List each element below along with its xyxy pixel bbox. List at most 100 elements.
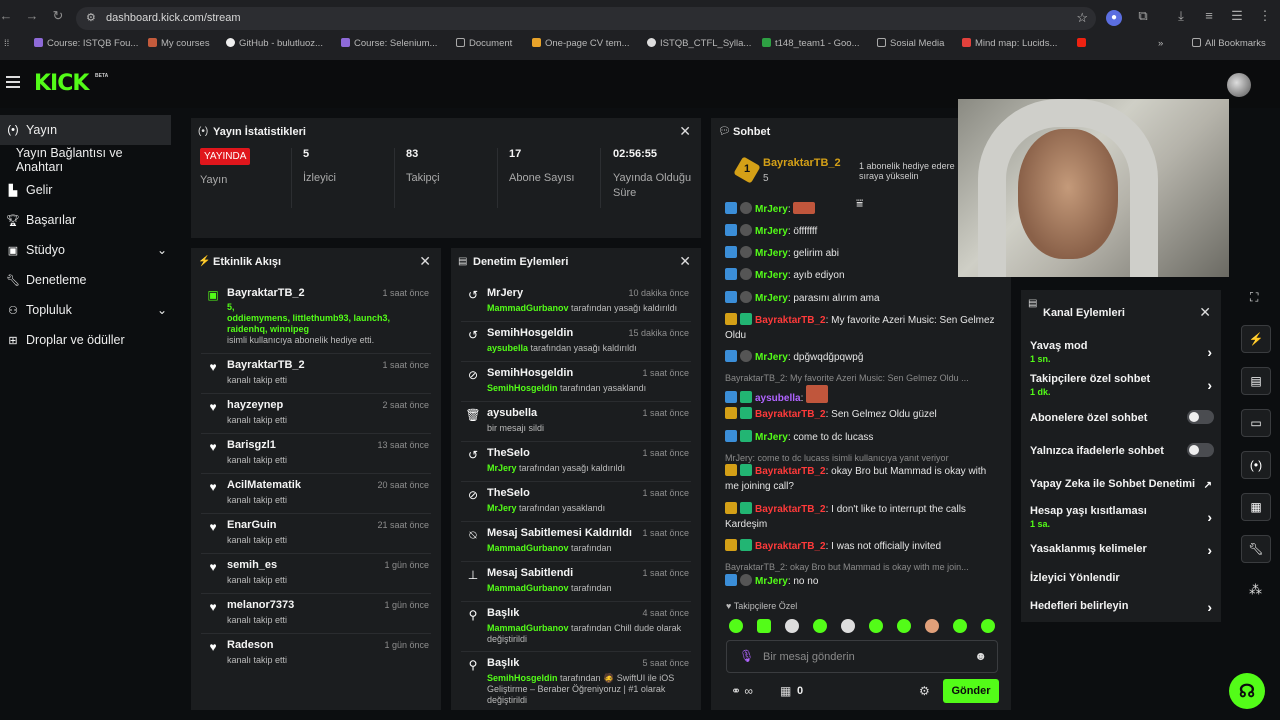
list-item: ♥ AcilMatematik 20 saat önce kanalı takip e… xyxy=(201,474,431,514)
bookmark[interactable]: t148_team1 - Goo... xyxy=(762,38,860,49)
emote-icon[interactable] xyxy=(981,619,995,633)
all-bookmarks[interactable]: All Bookmarks xyxy=(1192,38,1266,49)
bookmark[interactable]: Course: ISTQB Fou... xyxy=(34,38,138,49)
set-goals[interactable]: Hedefleri belirleyin › xyxy=(1030,599,1215,615)
stream-stats-panel: (•) Yayın İstatistikleri ✕ YAYINDA Yayın … xyxy=(191,118,701,238)
forward-icon[interactable]: → xyxy=(24,8,40,23)
apps-icon[interactable]: ⁂ xyxy=(1249,582,1262,598)
avatar[interactable] xyxy=(1227,73,1251,97)
loop-icon[interactable]: ⚭ ∞ xyxy=(731,684,753,698)
sidebar-item-stream-key[interactable]: Yayın Bağlantısı ve Anahtarı xyxy=(0,145,171,175)
sidebar-item-revenue[interactable]: ▙ Gelir xyxy=(0,175,171,205)
emote-icon[interactable] xyxy=(841,619,855,633)
emote-only-chat[interactable]: Yalnızca ifadelerle sohbet xyxy=(1030,443,1215,457)
close-icon[interactable]: ✕ xyxy=(679,253,691,270)
list-item: ♥ Radeson 1 gün önce kanalı takip etti xyxy=(201,634,431,674)
close-icon[interactable]: ✕ xyxy=(419,253,431,270)
chevron-right-icon: › xyxy=(1207,344,1212,360)
close-icon[interactable]: ✕ xyxy=(679,123,691,140)
youtube-icon[interactable] xyxy=(1077,38,1090,49)
more-bookmarks-icon[interactable]: » xyxy=(1158,38,1163,49)
bookmark[interactable]: Course: Selenium... xyxy=(341,38,437,49)
settings-icon[interactable]: ⚙ xyxy=(919,684,930,698)
sidebar-item-studio[interactable]: ▣ Stüdyo ⌄ xyxy=(0,235,171,265)
reload-icon[interactable]: ↻ xyxy=(50,8,66,24)
extensions-icon[interactable]: ⧉ xyxy=(1134,8,1152,24)
panel-title: Denetim Eylemleri xyxy=(473,256,569,268)
list-item: ♥ semih_es 1 gün önce kanalı takip etti xyxy=(201,554,431,594)
ai-moderation[interactable]: Yapay Zeka ile Sohbet Denetimi ↗ xyxy=(1030,478,1215,491)
emote-icon[interactable] xyxy=(869,619,883,633)
gift-icon: ⊞ xyxy=(8,334,18,347)
site-info-icon[interactable]: ⚙ xyxy=(86,11,96,24)
broadcast-icon[interactable]: (•) xyxy=(1241,451,1271,479)
emote-icon[interactable] xyxy=(757,619,771,633)
emoji-icon[interactable]: ☻ xyxy=(974,649,987,663)
toggle[interactable] xyxy=(1187,443,1214,457)
pin-icon: ⊥ xyxy=(467,568,479,582)
layout-icon[interactable]: ⛶ xyxy=(1250,290,1258,305)
bookmark[interactable]: Mind map: Lucids... xyxy=(962,38,1057,49)
subscribers-only-chat[interactable]: Abonelere özel sohbet xyxy=(1030,410,1215,424)
list-item: ⊥ Mesaj Sabitlendi 1 saat önce MammadGurban… xyxy=(461,562,691,602)
apps-icon[interactable]: ⁞⁞ xyxy=(4,38,9,49)
emote-icon[interactable] xyxy=(729,619,743,633)
banned-words[interactable]: Yasaklanmış kelimeler › xyxy=(1030,542,1215,558)
chat-message[interactable]: BayraktarTB_2: I don't like to interrupt… xyxy=(725,502,997,532)
back-icon[interactable]: ← xyxy=(0,8,14,23)
heart-icon: ♥ xyxy=(209,640,217,654)
address-bar[interactable]: ⚙ dashboard.kick.com/stream ☆ xyxy=(76,7,1096,30)
emote-icon[interactable] xyxy=(813,619,827,633)
points-icon[interactable]: ▦ xyxy=(780,684,791,698)
sidebar-item-stream[interactable]: (•) Yayın xyxy=(0,115,171,145)
profile-icon[interactable]: ● xyxy=(1106,10,1122,26)
sidebar-item-drops[interactable]: ⊞ Droplar ve ödüller xyxy=(0,325,171,355)
chat-input[interactable]: 🎙︎ Bir mesaj gönderin ☻ xyxy=(726,640,998,673)
send-button[interactable]: Gönder xyxy=(943,679,999,703)
reply-context: MrJery: come to dc lucass isimli kullanı… xyxy=(725,453,949,463)
support-button[interactable]: ☊ xyxy=(1229,673,1265,709)
lightning-icon[interactable]: ⚡ xyxy=(1241,325,1271,353)
list-item: ♥ melanor7373 1 gün önce kanalı takip etti xyxy=(201,594,431,634)
list-item: 🗑︎ aysubella 1 saat önce bir mesajı sildi xyxy=(461,402,691,442)
undo-icon: ↺ xyxy=(467,328,479,342)
kick-logo[interactable]: KICK xyxy=(34,71,89,96)
undo-icon: ↺ xyxy=(467,448,479,462)
media-icon[interactable]: ≡ xyxy=(1200,8,1218,23)
bookmark[interactable]: GitHub - bulutluoz... xyxy=(226,38,323,49)
star-icon[interactable]: ☆ xyxy=(1076,10,1088,26)
document-icon: ▤ xyxy=(458,256,468,267)
sidebar-item-community[interactable]: ⚇ Topluluk ⌄ xyxy=(0,295,171,325)
emote-icon[interactable] xyxy=(925,619,939,633)
toggle[interactable] xyxy=(1187,410,1214,424)
close-icon[interactable]: ✕ xyxy=(1199,304,1211,321)
bookmark[interactable]: Document xyxy=(456,38,512,49)
chat-icon[interactable]: ▭ xyxy=(1241,409,1271,437)
followers-only-chat[interactable]: Takipçilere özel sohbet 1 dk. › xyxy=(1030,373,1215,397)
chat-message[interactable]: BayraktarTB_2: My favorite Azeri Music: … xyxy=(725,313,997,343)
chat-message[interactable]: BayraktarTB_2: okay Bro but Mammad is ok… xyxy=(725,464,997,494)
emote-icon[interactable] xyxy=(785,619,799,633)
bookmark[interactable]: My courses xyxy=(148,38,210,49)
bookmark[interactable]: Sosial Media xyxy=(877,38,944,49)
microphone-icon[interactable]: 🎙︎ xyxy=(739,649,754,663)
gift-icon: ▣ xyxy=(207,288,219,302)
account-icon[interactable]: ☰ xyxy=(1228,8,1246,24)
sidebar-item-achievements[interactable]: 🏆︎ Başarılar xyxy=(0,205,171,235)
account-age-restriction[interactable]: Hesap yaşı kısıtlaması 1 sa. › xyxy=(1030,505,1215,529)
hamburger-icon[interactable] xyxy=(6,76,20,88)
heart-icon: ♥ xyxy=(209,600,217,614)
slow-mode[interactable]: Yavaş mod 1 sn. › xyxy=(1030,340,1215,364)
emote-icon[interactable] xyxy=(897,619,911,633)
wrench-icon[interactable]: 🔧︎ xyxy=(1241,535,1271,563)
redirect-viewers[interactable]: İzleyici Yönlendir xyxy=(1030,572,1215,584)
stats-icon[interactable]: ▦ xyxy=(1241,493,1271,521)
chevron-right-icon: › xyxy=(1207,599,1212,615)
download-icon[interactable]: ⤓ xyxy=(1172,8,1190,24)
document-icon[interactable]: ▤ xyxy=(1241,367,1271,395)
bookmark[interactable]: ISTQB_CTFL_Sylla... xyxy=(647,38,751,49)
menu-icon[interactable]: ⋮ xyxy=(1256,8,1274,24)
bookmark[interactable]: One-page CV tem... xyxy=(532,38,629,49)
sidebar-item-moderation[interactable]: 🔧︎ Denetleme xyxy=(0,265,171,295)
emote-icon[interactable] xyxy=(953,619,967,633)
